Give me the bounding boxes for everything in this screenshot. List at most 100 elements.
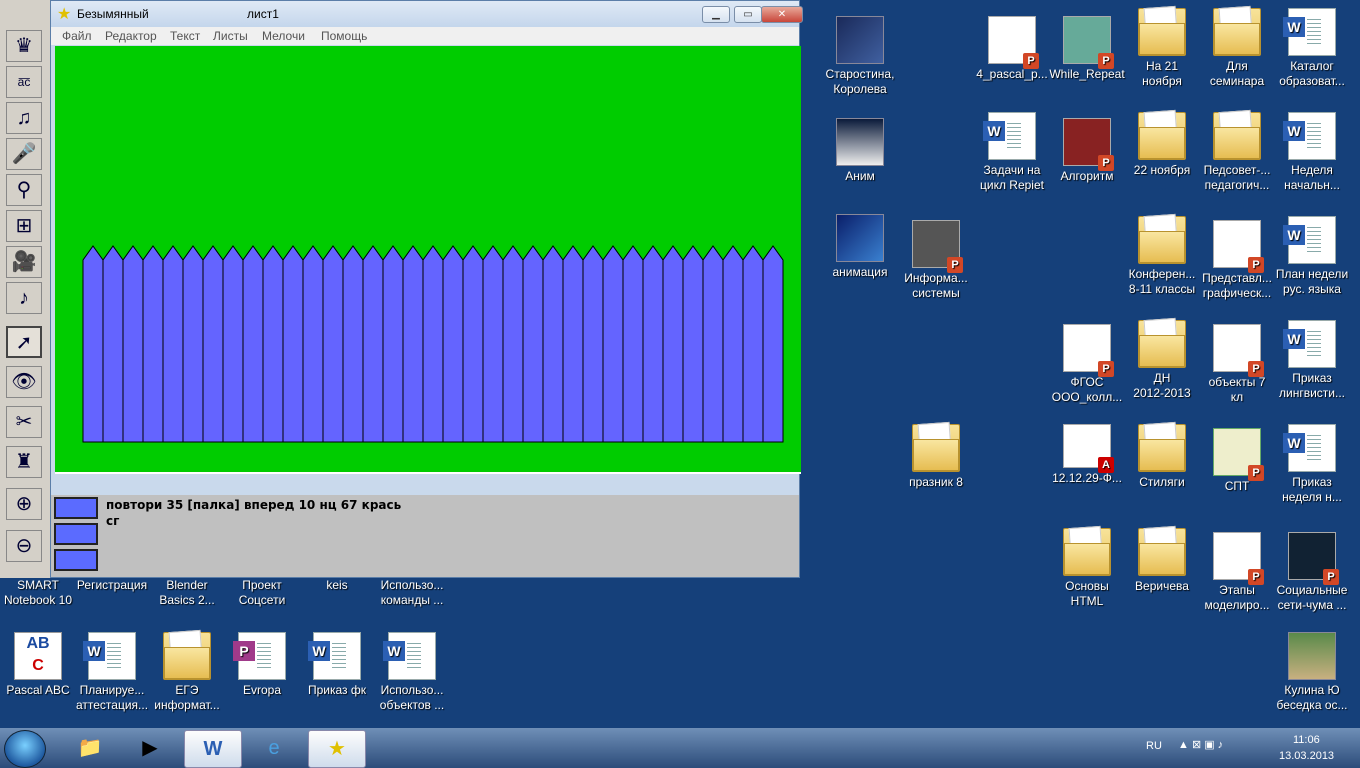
desktop-icon[interactable]: AB C Pascal ABC	[0, 632, 76, 698]
desktop-icon[interactable]: W Задачи на цикл Repiet	[974, 112, 1050, 193]
desktop-icon[interactable]: P Алгоритм	[1049, 118, 1125, 184]
ie-taskbar-icon[interactable]: e	[246, 730, 302, 766]
microphone-tool[interactable]: 🎤	[6, 138, 42, 170]
drawing-canvas[interactable]	[55, 46, 801, 474]
desktop-icon[interactable]: Для семинара	[1199, 8, 1275, 89]
start-button[interactable]	[4, 730, 46, 768]
image-icon	[1288, 632, 1336, 680]
desktop-icon[interactable]: Pобъекты 7 кл	[1199, 324, 1275, 405]
eye-tool[interactable]: 👁	[6, 366, 42, 398]
menu-sheets[interactable]: Листы	[213, 29, 248, 43]
run-button[interactable]	[54, 549, 98, 571]
command-input[interactable]: повтори 35 [палка] вперед 10 нц 67 крась…	[106, 497, 401, 529]
desktop-icon[interactable]: P СПТ	[1199, 428, 1275, 494]
desktop-icon[interactable]: W Приказ лингвисти...	[1274, 320, 1350, 401]
desktop-icon[interactable]: 22 ноября	[1124, 112, 1200, 178]
image-icon	[836, 16, 884, 64]
clock-date[interactable]: 13.03.2013	[1279, 750, 1334, 762]
desktop-icon[interactable]: Педсовет-... педагогич...	[1199, 112, 1275, 193]
explorer-taskbar-icon[interactable]: 📁	[62, 730, 118, 766]
desktop-icon[interactable]: P ФГОС ООО_колл...	[1049, 324, 1125, 405]
turtle-button[interactable]	[54, 523, 98, 545]
fence-picket	[722, 245, 744, 443]
tray-icons[interactable]: ▲ ⊠ ▣ ♪	[1178, 738, 1223, 751]
turtle-tool[interactable]: ♛	[6, 30, 42, 62]
desktop-icon[interactable]: P Социальные сети-чума ...	[1274, 532, 1350, 613]
folder-icon	[912, 424, 960, 472]
logo-taskbar-icon[interactable]: ★	[308, 730, 366, 768]
stamp-tool[interactable]: ♜	[6, 446, 42, 478]
desktop-icon[interactable]: P Представл... графическ...	[1199, 220, 1275, 301]
fence-picket	[462, 245, 484, 443]
desktop-icon[interactable]: W Использо... объектов ...	[374, 632, 450, 713]
desktop-icon[interactable]: ДН 2012-2013	[1124, 320, 1200, 401]
desktop-icon[interactable]: A 12.12.29-Ф...	[1049, 424, 1125, 486]
zoom-out-tool[interactable]: ⊖	[6, 530, 42, 562]
text-tool[interactable]: a͞c	[6, 66, 42, 98]
scissors-tool[interactable]: ✂	[6, 406, 42, 438]
close-button[interactable]: ✕	[761, 6, 803, 23]
title-bar[interactable]: ★ Безымянный лист1 ▁ ▭ ✕	[51, 1, 803, 27]
desktop-icon[interactable]: W План недели рус. языка	[1274, 216, 1350, 297]
desktop-icon[interactable]: Аним	[822, 118, 898, 184]
desktop-icon[interactable]: Старостина, Королева	[822, 16, 898, 97]
desktop-icon[interactable]: Использо... команды ...	[374, 578, 450, 608]
desktop-icon[interactable]: Конферен... 8-11 классы	[1124, 216, 1200, 297]
language-indicator[interactable]: RU	[1146, 740, 1162, 752]
desktop-icon[interactable]: P Информа... системы	[898, 220, 974, 301]
desktop-icon[interactable]: W Приказ неделя н...	[1274, 424, 1350, 505]
fence-picket	[422, 245, 444, 443]
desktop-icon[interactable]: W Неделя начальн...	[1274, 112, 1350, 193]
desktop-icon[interactable]: анимация	[822, 214, 898, 280]
desktop-icon[interactable]: ЕГЭ информат...	[149, 632, 225, 713]
slider-tool[interactable]: ⊞	[6, 210, 42, 242]
word-doc-icon: W	[1283, 320, 1336, 368]
desktop-icon[interactable]: W Каталог образоват...	[1274, 8, 1350, 89]
desktop-icon[interactable]: keis	[299, 578, 375, 593]
desktop-icon[interactable]: Проект Соцсети	[224, 578, 300, 608]
music-tool[interactable]: ♫	[6, 102, 42, 134]
powerpoint-icon: P	[1063, 16, 1114, 69]
desktop-icon[interactable]: Основы HTML	[1049, 528, 1125, 609]
desktop-icon[interactable]: Регистрация	[74, 578, 150, 593]
desktop-icon[interactable]: празник 8	[898, 424, 974, 490]
desktop-icon[interactable]: W Приказ фк	[299, 632, 375, 698]
desktop-icon[interactable]: На 21 ноября	[1124, 8, 1200, 89]
clock-time[interactable]: 11:06	[1293, 734, 1320, 746]
zoom-in-tool[interactable]: ⊕	[6, 488, 42, 520]
desktop-icon[interactable]: Кулина Юбеседка ос...	[1274, 632, 1350, 713]
desktop-icon[interactable]: Веричева	[1124, 528, 1200, 594]
desktop-icon[interactable]: Стиляги	[1124, 424, 1200, 490]
window-title: Безымянный	[77, 7, 149, 21]
menu-editor[interactable]: Редактор	[105, 29, 157, 43]
desktop-icon[interactable]: W Планируе... аттестация...	[74, 632, 150, 713]
desktop-icon[interactable]: P Этапы моделиро...	[1199, 532, 1275, 613]
splitter[interactable]	[51, 475, 799, 495]
folder-icon	[1138, 424, 1186, 472]
menu-misc[interactable]: Мелочи	[262, 29, 305, 43]
fence-picket	[82, 245, 104, 443]
powerpoint-icon: P	[988, 16, 1039, 69]
media-taskbar-icon[interactable]: ▶	[122, 730, 178, 766]
image-icon	[836, 214, 884, 262]
desktop-icon[interactable]: P Evropa	[224, 632, 300, 698]
minimize-button[interactable]: ▁	[702, 6, 730, 23]
desktop-icon[interactable]: Blender Basics 2...	[149, 578, 225, 608]
menu-file[interactable]: Файл	[62, 29, 92, 43]
desktop-icon[interactable]: SMART Notebook 10	[0, 578, 76, 608]
word-doc-icon: W	[1283, 112, 1336, 160]
dish-tool[interactable]: ⚲	[6, 174, 42, 206]
pointer-tool[interactable]: ➚	[6, 326, 42, 358]
menu-help[interactable]: Помощь	[321, 29, 367, 43]
desktop-icon[interactable]: P 4_pascal_p...	[974, 16, 1050, 82]
folder-icon	[1138, 320, 1186, 368]
fence-picket	[302, 245, 324, 443]
camera-tool[interactable]: 🎥	[6, 246, 42, 278]
keyboard-button[interactable]	[54, 497, 98, 519]
melody-tool[interactable]: ♪	[6, 282, 42, 314]
desktop-icon[interactable]: P While_Repeat	[1049, 16, 1125, 82]
menu-text[interactable]: Текст	[170, 29, 200, 43]
word-doc-icon: W	[983, 112, 1036, 160]
word-taskbar-icon[interactable]: W	[184, 730, 242, 768]
maximize-button[interactable]: ▭	[734, 6, 762, 23]
